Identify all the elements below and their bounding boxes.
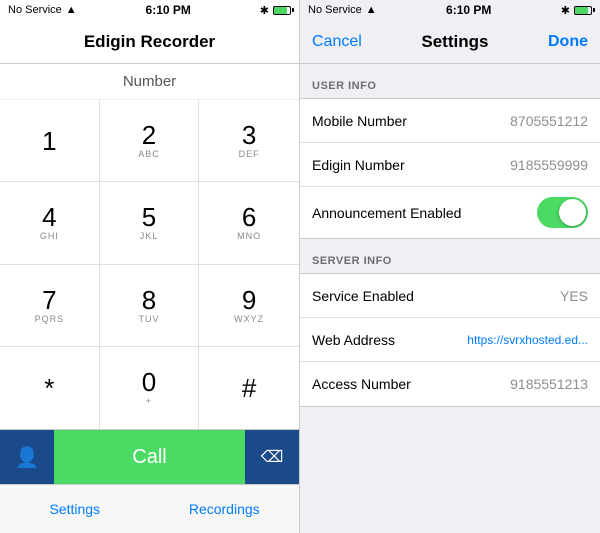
call-button[interactable]: Call bbox=[54, 430, 245, 484]
edigin-number-value: 9185559999 bbox=[510, 157, 588, 173]
digit-5: 5 bbox=[142, 204, 156, 230]
digit-7: 7 bbox=[42, 287, 56, 313]
dial-key-4[interactable]: 4GHI bbox=[0, 182, 100, 264]
wifi-icon-right: ▲ bbox=[366, 4, 377, 16]
access-number-row: Access Number 9185551213 bbox=[300, 362, 600, 406]
app-title: Edigin Recorder bbox=[84, 32, 215, 52]
letters-6: MNO bbox=[237, 231, 261, 241]
contact-button[interactable]: 👤 bbox=[0, 430, 54, 484]
bluetooth-icon-right: ✱ bbox=[561, 4, 570, 17]
tab-bar-left: Settings Recordings bbox=[0, 484, 299, 533]
edigin-number-label: Edigin Number bbox=[312, 157, 510, 173]
letters-3: DEF bbox=[239, 149, 260, 159]
tab-settings[interactable]: Settings bbox=[0, 485, 150, 533]
announcement-enabled-row: Announcement Enabled bbox=[300, 187, 600, 238]
no-service-right: No Service bbox=[308, 4, 362, 16]
user-info-group: Mobile Number 8705551212 Edigin Number 9… bbox=[300, 98, 600, 239]
letters-4: GHI bbox=[40, 231, 59, 241]
status-left: No Service ▲ bbox=[8, 4, 77, 16]
right-panel: No Service ▲ 6:10 PM ✱ Cancel Settings D… bbox=[300, 0, 600, 533]
digit-4: 4 bbox=[42, 204, 56, 230]
done-button[interactable]: Done bbox=[548, 33, 588, 51]
tab-recordings-label: Recordings bbox=[189, 501, 260, 517]
web-address-label: Web Address bbox=[312, 332, 467, 348]
mobile-number-row: Mobile Number 8705551212 bbox=[300, 99, 600, 143]
time-left: 6:10 PM bbox=[146, 3, 191, 17]
wifi-icon-left: ▲ bbox=[66, 4, 77, 16]
dial-key-0[interactable]: 0+ bbox=[100, 347, 200, 429]
number-label-row: Number bbox=[0, 64, 299, 100]
edigin-number-row: Edigin Number 9185559999 bbox=[300, 143, 600, 187]
battery-fill-right bbox=[575, 7, 588, 14]
letters-2: ABC bbox=[138, 149, 160, 159]
cancel-button[interactable]: Cancel bbox=[312, 33, 362, 51]
tab-recordings[interactable]: Recordings bbox=[150, 485, 300, 533]
status-right-left: ✱ bbox=[260, 4, 291, 17]
letters-9: WXYZ bbox=[234, 314, 264, 324]
digit-6: 6 bbox=[242, 204, 256, 230]
bottom-bar: 👤 Call ⌫ bbox=[0, 430, 299, 484]
dial-key-1[interactable]: 1 bbox=[0, 100, 100, 182]
number-label: Number bbox=[123, 73, 176, 90]
time-right: 6:10 PM bbox=[446, 3, 491, 17]
tab-settings-label: Settings bbox=[49, 501, 100, 517]
mobile-number-value: 8705551212 bbox=[510, 113, 588, 129]
digit-0: 0 bbox=[142, 369, 156, 395]
dial-key-8[interactable]: 8TUV bbox=[100, 265, 200, 347]
web-address-value: https://svrxhosted.ed... bbox=[467, 333, 588, 347]
digit-3: 3 bbox=[242, 122, 256, 148]
digit-9: 9 bbox=[242, 287, 256, 313]
call-label: Call bbox=[132, 446, 166, 469]
status-bar-right: No Service ▲ 6:10 PM ✱ bbox=[300, 0, 600, 20]
announcement-enabled-label: Announcement Enabled bbox=[312, 205, 537, 221]
dial-key-3[interactable]: 3DEF bbox=[199, 100, 299, 182]
server-info-header: SERVER INFO bbox=[300, 239, 600, 273]
digit-1: 1 bbox=[42, 128, 56, 154]
toggle-thumb bbox=[559, 199, 586, 226]
digit-*: * bbox=[44, 375, 54, 401]
digit-#: # bbox=[242, 375, 256, 401]
server-info-group: Service Enabled YES Web Address https://… bbox=[300, 273, 600, 407]
dial-key-5[interactable]: 5JKL bbox=[100, 182, 200, 264]
delete-icon: ⌫ bbox=[261, 447, 284, 467]
digit-2: 2 bbox=[142, 122, 156, 148]
no-service-left: No Service bbox=[8, 4, 62, 16]
settings-content: USER INFO Mobile Number 8705551212 Edigi… bbox=[300, 64, 600, 533]
letters-0: + bbox=[146, 396, 152, 406]
left-panel: No Service ▲ 6:10 PM ✱ Edigin Recorder N… bbox=[0, 0, 300, 533]
service-enabled-value: YES bbox=[560, 288, 588, 304]
delete-button[interactable]: ⌫ bbox=[245, 430, 299, 484]
app-title-bar: Edigin Recorder bbox=[0, 20, 299, 64]
access-number-label: Access Number bbox=[312, 376, 510, 392]
status-right-right: ✱ bbox=[561, 4, 592, 17]
battery-icon-right bbox=[574, 6, 592, 15]
dial-key-#[interactable]: # bbox=[199, 347, 299, 429]
dial-key-7[interactable]: 7PQRS bbox=[0, 265, 100, 347]
settings-title: Settings bbox=[421, 32, 488, 52]
digit-8: 8 bbox=[142, 287, 156, 313]
bluetooth-icon-left: ✱ bbox=[260, 4, 269, 17]
status-bar-left: No Service ▲ 6:10 PM ✱ bbox=[0, 0, 299, 20]
dial-key-*[interactable]: * bbox=[0, 347, 100, 429]
web-address-row: Web Address https://svrxhosted.ed... bbox=[300, 318, 600, 362]
settings-nav: Cancel Settings Done bbox=[300, 20, 600, 64]
service-enabled-label: Service Enabled bbox=[312, 288, 560, 304]
battery-fill-left bbox=[274, 7, 287, 14]
user-info-header: USER INFO bbox=[300, 64, 600, 98]
dial-key-2[interactable]: 2ABC bbox=[100, 100, 200, 182]
letters-8: TUV bbox=[138, 314, 159, 324]
access-number-value: 9185551213 bbox=[510, 376, 588, 392]
letters-7: PQRS bbox=[35, 314, 65, 324]
service-enabled-row: Service Enabled YES bbox=[300, 274, 600, 318]
announcement-toggle[interactable] bbox=[537, 197, 588, 228]
status-left-right: No Service ▲ bbox=[308, 4, 377, 16]
letters-5: JKL bbox=[140, 231, 159, 241]
battery-icon-left bbox=[273, 6, 291, 15]
contact-icon: 👤 bbox=[15, 445, 40, 470]
dialpad: 12ABC3DEF4GHI5JKL6MNO7PQRS8TUV9WXYZ*0+# bbox=[0, 100, 299, 430]
dial-key-6[interactable]: 6MNO bbox=[199, 182, 299, 264]
dial-key-9[interactable]: 9WXYZ bbox=[199, 265, 299, 347]
mobile-number-label: Mobile Number bbox=[312, 113, 510, 129]
